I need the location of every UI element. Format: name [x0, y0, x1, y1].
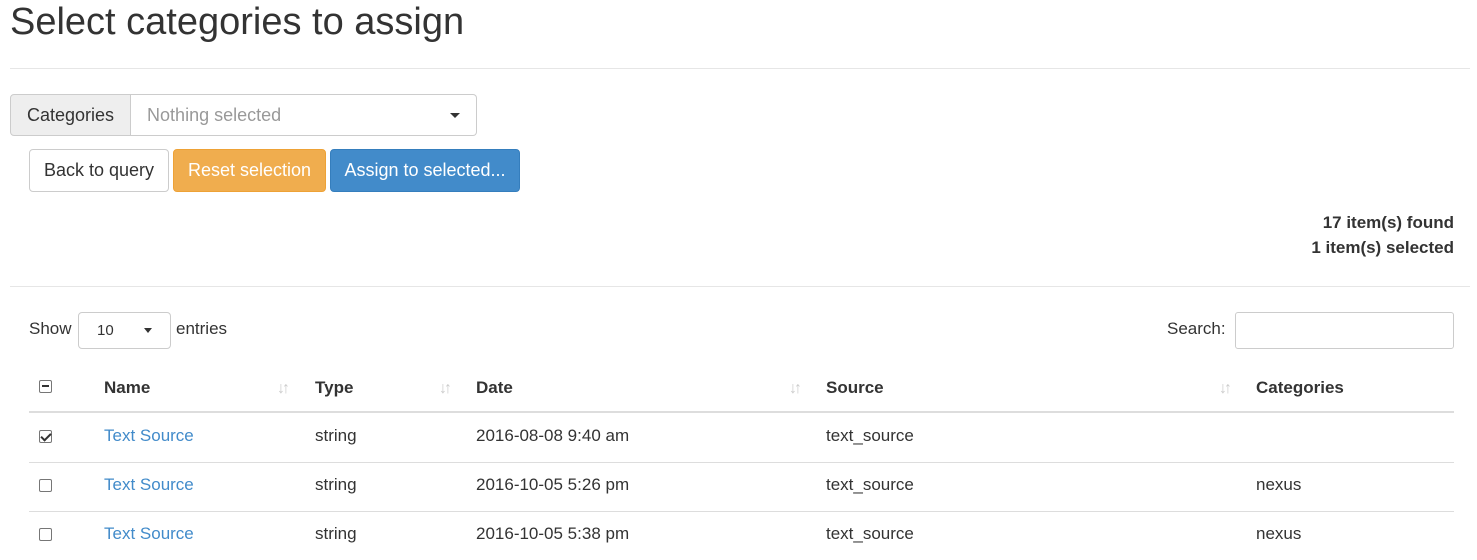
- column-header-source[interactable]: Source: [826, 378, 884, 398]
- page-title: Select categories to assign: [10, 1, 465, 43]
- row-source: text_source: [826, 524, 914, 543]
- column-header-name[interactable]: Name: [104, 378, 150, 398]
- row-type: string: [315, 524, 357, 543]
- sort-icon[interactable]: ↓↑: [439, 380, 452, 398]
- items-selected-count: 1 item(s) selected: [1311, 238, 1454, 257]
- caret-down-icon: [450, 112, 461, 118]
- row-source: text_source: [826, 426, 914, 445]
- row-divider: [29, 511, 1454, 512]
- row-divider: [29, 462, 1454, 463]
- row-name-link[interactable]: Text Source: [104, 475, 194, 495]
- row-source: text_source: [826, 475, 914, 494]
- table-header-divider: [29, 411, 1454, 413]
- row-checkbox[interactable]: [39, 528, 52, 541]
- column-header-date[interactable]: Date: [476, 378, 513, 398]
- items-found-count: 17 item(s) found: [1322, 213, 1454, 232]
- row-date: 2016-10-05 5:38 pm: [476, 524, 630, 543]
- search-input[interactable]: [1235, 312, 1454, 349]
- caret-down-icon: [144, 328, 152, 333]
- sort-icon[interactable]: ↓↑: [789, 380, 802, 398]
- select-all-checkbox[interactable]: [39, 380, 52, 393]
- row-checkbox[interactable]: [39, 479, 52, 492]
- search-label: Search:: [1167, 319, 1226, 338]
- categories-placeholder: Nothing selected: [147, 104, 282, 125]
- row-categories: nexus: [1256, 475, 1302, 494]
- row-name-link[interactable]: Text Source: [104, 426, 194, 446]
- divider: [10, 286, 1470, 287]
- row-type: string: [315, 426, 357, 445]
- back-to-query-button[interactable]: Back to query: [29, 149, 169, 192]
- assign-to-selected-button[interactable]: Assign to selected...: [330, 149, 520, 192]
- row-type: string: [315, 475, 357, 494]
- row-date: 2016-10-05 5:26 pm: [476, 475, 630, 494]
- divider: [10, 68, 1470, 69]
- categories-label: Categories: [10, 94, 132, 136]
- row-categories: nexus: [1256, 524, 1302, 543]
- entries-label: entries: [176, 319, 228, 338]
- categories-dropdown[interactable]: Nothing selected: [131, 94, 478, 136]
- entries-value: 10: [97, 322, 114, 339]
- row-checkbox[interactable]: [39, 430, 52, 443]
- column-header-categories[interactable]: Categories: [1256, 378, 1344, 398]
- row-name-link[interactable]: Text Source: [104, 524, 194, 544]
- reset-selection-button[interactable]: Reset selection: [173, 149, 326, 192]
- sort-icon[interactable]: ↓↑: [277, 380, 290, 398]
- sort-icon[interactable]: ↓↑: [1219, 380, 1232, 398]
- entries-per-page-select[interactable]: 10: [78, 312, 171, 349]
- row-date: 2016-08-08 9:40 am: [476, 426, 630, 445]
- categories-filter: Categories Nothing selected: [10, 94, 478, 136]
- show-label: Show: [29, 319, 72, 338]
- column-header-type[interactable]: Type: [315, 378, 353, 398]
